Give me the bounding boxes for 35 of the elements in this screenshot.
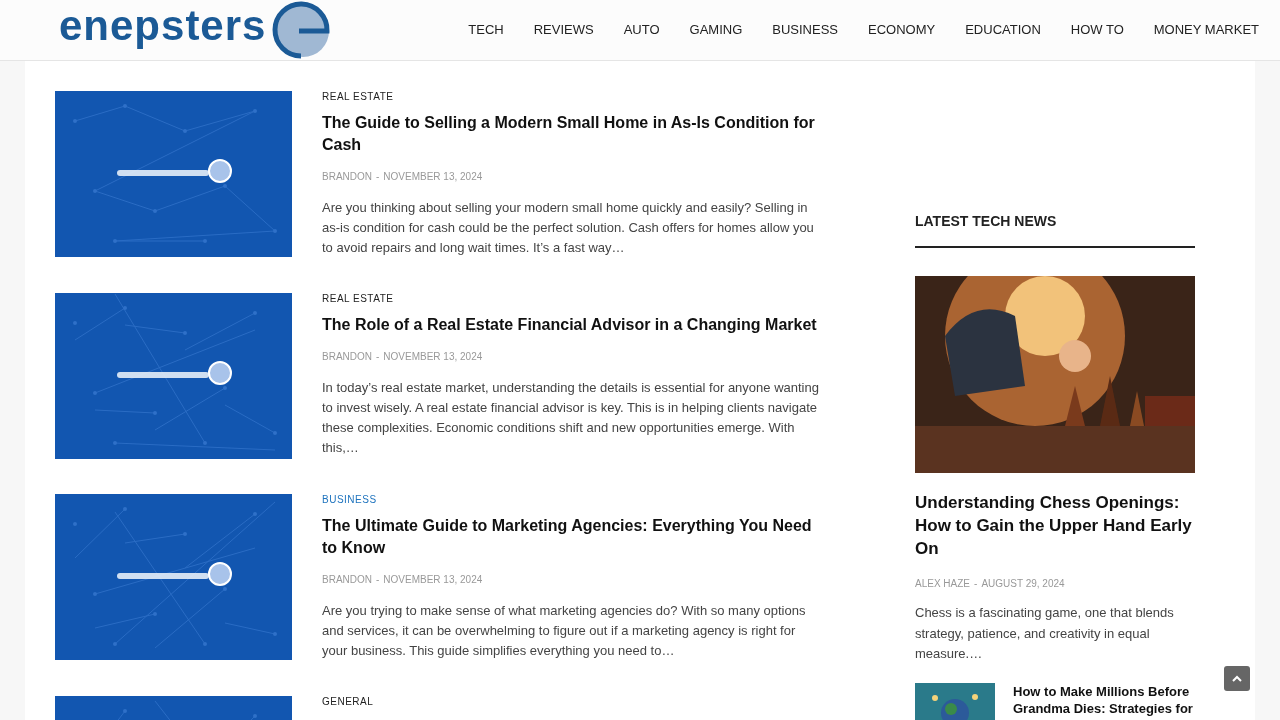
nav-link[interactable]: AUTO (608, 20, 675, 40)
article-title-link[interactable]: How to Make Millions Before Grandma Dies: Strategies for (1013, 682, 1195, 720)
nav-link[interactable]: ECONOMY (853, 20, 951, 40)
article-excerpt: Chess is a fascinating game, one that blends strategy, patience, and creativity in equal measure.… (915, 604, 1175, 663)
scroll-to-top-button[interactable] (1224, 666, 1250, 691)
article-title-link[interactable]: The Ultimate Guide to Marketing Agencies: Everything You Need to Know (322, 515, 822, 559)
category-link[interactable]: GENERAL (322, 696, 374, 708)
post-date: NOVEMBER 13, 2024 (383, 573, 483, 587)
post-date: AUGUST 29, 2024 (981, 577, 1065, 591)
article-excerpt: In today’s real estate market, understanding the details is essential for anyone wanting to invest wisely. A real estate financial advisor is key. This is in helping clients navigate these complexities. Economic conditions shift and new opportunities emerge. With this,… (322, 379, 820, 457)
category-link[interactable]: BUSINESS (322, 494, 377, 506)
category-link[interactable]: REAL ESTATE (322, 91, 394, 103)
section-heading: LATEST TECH NEWS (915, 211, 1195, 248)
nav-link[interactable]: TECH (453, 20, 519, 40)
article-title-link[interactable]: Understanding Chess Openings: How to Gain the Upper Hand Early On (915, 491, 1195, 560)
meta-separator: - (376, 573, 380, 587)
article-title-link[interactable]: The Role of a Real Estate Financial Advisor in a Changing Market (322, 314, 822, 336)
article-title-link[interactable]: The Guide to Selling a Modern Small Home in As-Is Condition for Cash (322, 112, 822, 156)
logo-icon (272, 1, 331, 59)
nav-link[interactable]: EDUCATION (950, 20, 1056, 40)
nav-link[interactable]: GAMING (674, 20, 758, 40)
chevron-up-icon (1232, 675, 1242, 682)
category-link[interactable]: REAL ESTATE (322, 293, 394, 305)
meta-separator: - (376, 170, 380, 184)
post-date: NOVEMBER 13, 2024 (383, 170, 483, 184)
post-date: NOVEMBER 13, 2024 (383, 350, 483, 364)
article-excerpt: Are you thinking about selling your modern small home quickly and easily? Selling in as-is condition for cash could be the perfect solution. Cash offers for homes allow you to avoid repairs and long wait times. It’s a fast way… (322, 199, 815, 257)
nav-link[interactable]: REVIEWS (518, 20, 609, 40)
nav-link[interactable]: HOW TO (1055, 20, 1139, 40)
site-logo-text[interactable]: enepsters (59, 5, 267, 55)
meta-separator: - (974, 577, 978, 591)
article-excerpt: Are you trying to make sense of what marketing agencies do? With so many options and services, it can be overwhelming to figure out if a marketing agency is right for your business. This guide simplifies everything you need to… (322, 602, 807, 660)
meta-separator: - (376, 350, 380, 364)
nav-link[interactable]: MONEY MARKET (1138, 20, 1274, 40)
nav-link[interactable]: BUSINESS (757, 20, 854, 40)
